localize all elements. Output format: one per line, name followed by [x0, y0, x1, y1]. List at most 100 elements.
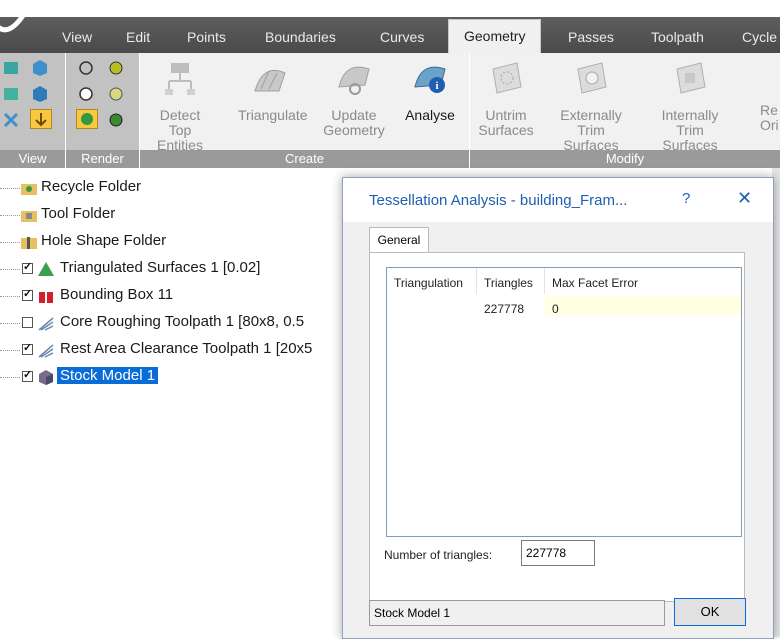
render-active-icon[interactable]: [76, 109, 98, 129]
recycle-folder-icon: [21, 184, 37, 195]
help-button[interactable]: ?: [682, 190, 690, 207]
close-icon[interactable]: ✕: [737, 188, 752, 209]
tree-connector: [0, 269, 20, 270]
button-label: Internally: [661, 107, 719, 123]
detect-top-entities-button[interactable]: Detect Top Entities: [148, 59, 212, 153]
analyse-button[interactable]: i Analyse: [398, 59, 462, 123]
detect-entities-icon: [165, 63, 195, 95]
number-of-triangles-field[interactable]: 227778: [521, 540, 595, 566]
dialog-title-bar[interactable]: Tessellation Analysis - building_Fram...…: [343, 178, 773, 222]
button-label: Untrim: [485, 107, 527, 123]
view-pan-icon[interactable]: [30, 109, 52, 129]
number-of-triangles-label: Number of triangles:: [384, 548, 493, 562]
tool-folder-icon: [21, 211, 37, 222]
untrim-surfaces-button[interactable]: Untrim Surfaces: [474, 59, 538, 138]
tree-connector: [0, 188, 20, 189]
status-field: Stock Model 1: [369, 600, 665, 626]
ok-button[interactable]: OK: [674, 598, 746, 626]
tab-curves[interactable]: Curves: [380, 25, 424, 53]
tab-view[interactable]: View: [62, 25, 92, 53]
tree-connector: [0, 323, 20, 324]
triangulation-list[interactable]: Triangulation Triangles Max Facet Error …: [386, 267, 742, 537]
title-strip: [28, 0, 780, 17]
tree-item-label: Core Roughing Toolpath 1 [80x8, 0.5: [60, 313, 305, 330]
app-logo-icon[interactable]: [0, 0, 30, 41]
tab-edit[interactable]: Edit: [126, 25, 150, 53]
button-label: Ori: [760, 117, 779, 133]
triangulate-icon: [254, 69, 286, 92]
render-material-icon[interactable]: [106, 111, 126, 129]
reorient-button[interactable]: Re Ori: [760, 59, 780, 133]
tree-connector: [0, 242, 20, 243]
list-row-highlight[interactable]: [545, 296, 741, 316]
cell-max-facet-error: 0: [552, 302, 559, 316]
toolpath-icon: [38, 317, 54, 331]
internal-trim-icon: [676, 62, 706, 94]
visibility-checkbox[interactable]: [22, 341, 33, 355]
stock-model-icon: [39, 370, 53, 385]
visibility-checkbox[interactable]: [22, 317, 33, 328]
view-iso-icon[interactable]: [30, 59, 50, 77]
view-side-icon[interactable]: [30, 85, 50, 103]
dialog-title: Tessellation Analysis - building_Fram...: [369, 192, 628, 209]
untrim-surfaces-icon: [492, 62, 522, 94]
tab-boundaries[interactable]: Boundaries: [265, 25, 336, 53]
tree-item-label: Stock Model 1: [57, 367, 159, 384]
tab-passes[interactable]: Passes: [568, 25, 614, 53]
tree-item-label: Recycle Folder: [41, 178, 142, 195]
ribbon: View Render Detect Top Entities Triangul…: [0, 53, 780, 168]
ribbon-tab-bar: View Edit Points Boundaries Curves Geome…: [0, 9, 780, 53]
ribbon-group-label: Render: [66, 150, 139, 168]
visibility-checkbox[interactable]: [22, 260, 33, 274]
tessellation-analysis-dialog: Tessellation Analysis - building_Fram...…: [342, 177, 774, 639]
column-header-triangulation[interactable]: Triangulation: [387, 268, 477, 294]
render-shaded-icon[interactable]: [106, 59, 126, 77]
triangulate-button[interactable]: Triangulate: [238, 59, 308, 123]
general-panel: Triangulation Triangles Max Facet Error …: [369, 252, 745, 602]
column-header-triangles[interactable]: Triangles: [477, 268, 545, 294]
button-label: Detect Top: [159, 107, 201, 138]
ribbon-group-label: View: [0, 150, 65, 168]
visibility-checkbox[interactable]: [22, 287, 33, 301]
render-edges-icon[interactable]: [76, 85, 96, 103]
tree-connector: [0, 350, 20, 351]
ribbon-group-view: View: [0, 53, 66, 168]
ribbon-group-render: Render: [66, 53, 140, 168]
tree-item-label: Rest Area Clearance Toolpath 1 [20x5: [60, 340, 313, 357]
ribbon-group-label: Modify: [470, 150, 780, 168]
tab-toolpath[interactable]: Toolpath: [651, 25, 704, 53]
bounding-box-icon: [39, 290, 53, 303]
render-shaded-edges-icon[interactable]: [106, 85, 126, 103]
ribbon-group-create: Detect Top Entities Triangulate Update G…: [140, 53, 470, 168]
hole-folder-icon: [21, 237, 37, 249]
tab-points[interactable]: Points: [187, 25, 226, 53]
update-geometry-button[interactable]: Update Geometry: [322, 59, 386, 138]
external-trim-icon: [577, 62, 607, 94]
button-label: Update: [331, 107, 377, 123]
column-header-max-facet-error[interactable]: Max Facet Error: [545, 268, 741, 294]
tab-general[interactable]: General: [369, 227, 429, 253]
externally-trim-surfaces-button[interactable]: Externally Trim Surfaces: [554, 59, 628, 153]
tree-item-label: Triangulated Surfaces 1 [0.02]: [60, 259, 261, 276]
tree-item-label: Tool Folder: [41, 205, 116, 222]
tree-item-label: Bounding Box 11: [60, 286, 174, 303]
view-fit-icon[interactable]: [2, 111, 22, 129]
tree-item-label: Hole Shape Folder: [41, 232, 167, 249]
button-label: Geometry: [323, 122, 385, 138]
tree-connector: [0, 377, 20, 378]
ribbon-group-label: Create: [140, 150, 469, 168]
analyse-icon: i: [414, 66, 446, 93]
tab-cycle[interactable]: Cycle: [742, 25, 777, 53]
view-box-icon[interactable]: [2, 59, 22, 77]
visibility-checkbox[interactable]: [22, 368, 33, 382]
button-label: Trim Surfaces: [563, 122, 619, 153]
ribbon-group-modify: Untrim Surfaces Externally Trim Surfaces…: [470, 53, 780, 168]
tab-geometry[interactable]: Geometry: [448, 19, 542, 53]
reorient-icon: [765, 59, 780, 97]
view-front-icon[interactable]: [2, 85, 22, 103]
button-label: Surfaces: [478, 122, 534, 138]
render-wireframe-icon[interactable]: [76, 59, 96, 77]
cell-triangles: 227778: [484, 302, 525, 316]
button-label: Analyse: [405, 107, 455, 123]
internally-trim-surfaces-button[interactable]: Internally Trim Surfaces: [650, 59, 730, 153]
